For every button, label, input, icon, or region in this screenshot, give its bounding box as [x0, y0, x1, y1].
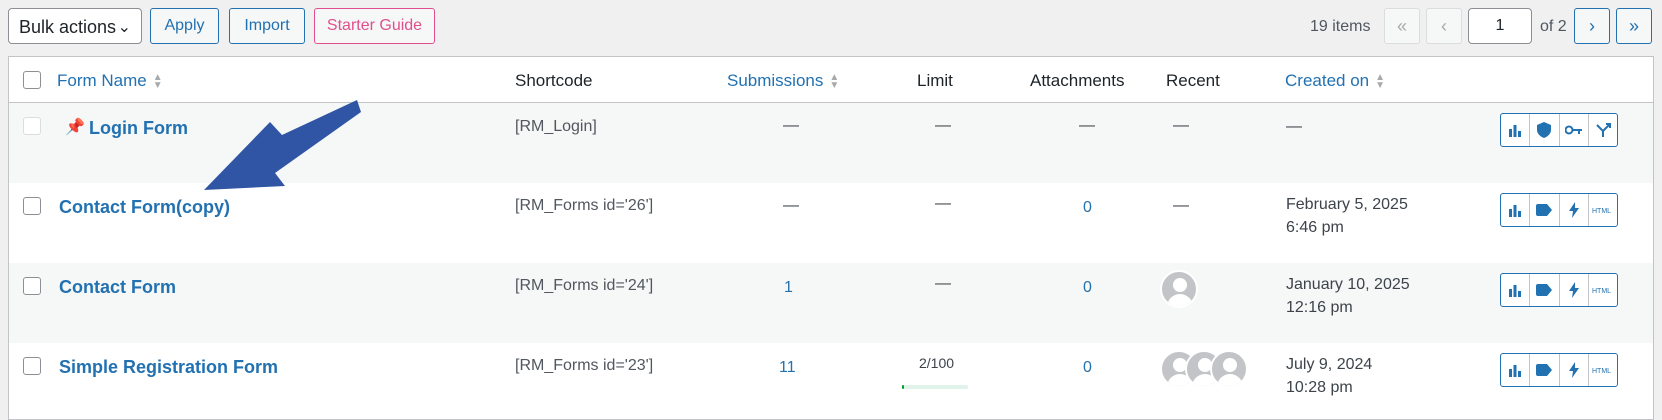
form-name-link[interactable]: Contact Form — [59, 277, 176, 298]
current-page-input[interactable]: 1 — [1468, 8, 1532, 44]
html-icon[interactable]: HTML — [1589, 194, 1617, 226]
limit-value: — — [935, 275, 951, 292]
shortcode: [RM_Forms id='24'] — [515, 277, 654, 294]
forms-table: Form Name ▲ ▼ Shortcode Submissions ▲ ▼ Limi… — [8, 56, 1654, 420]
attachments-value[interactable]: 0 — [1083, 279, 1092, 297]
created-date: February 5, 2025 — [1286, 196, 1408, 213]
shortcode: [RM_Login] — [515, 118, 597, 135]
html-icon[interactable]: HTML — [1589, 354, 1617, 386]
column-form-name-label: Form Name — [57, 71, 147, 90]
attachments-value: — — [1079, 117, 1095, 134]
svg-text:HTML: HTML — [1592, 208, 1611, 215]
stats-icon[interactable] — [1501, 274, 1531, 306]
limit-value: — — [935, 195, 951, 212]
created-time: 12:16 pm — [1286, 299, 1353, 316]
row-actions — [1500, 113, 1618, 147]
row-checkbox[interactable] — [23, 277, 41, 295]
apply-button[interactable]: Apply — [150, 8, 219, 44]
row-actions: HTML — [1500, 353, 1618, 387]
created-date: July 9, 2024 — [1286, 356, 1373, 373]
pin-icon: 📌 — [65, 119, 85, 136]
created-date: January 10, 2025 — [1286, 276, 1410, 293]
avatar[interactable] — [1210, 350, 1248, 388]
submissions-value[interactable]: 1 — [784, 279, 793, 297]
stats-icon[interactable] — [1501, 354, 1531, 386]
table-row: 📌 Login Form [RM_Login] — — — — — — [9, 103, 1653, 183]
tablenav-top: Bulk actions ⌄ Apply Import Starter Guid… — [0, 0, 1662, 56]
form-name-link[interactable]: Login Form — [89, 118, 188, 139]
bulk-actions-label: Bulk actions — [19, 17, 117, 37]
limit-progress-bar — [902, 385, 968, 389]
limit-value: 2/100 — [919, 355, 955, 371]
svg-text:HTML: HTML — [1592, 368, 1611, 375]
attachments-value[interactable]: 0 — [1083, 359, 1092, 377]
recent-value: — — [1173, 197, 1189, 214]
shield-icon[interactable] — [1530, 114, 1560, 146]
html-icon[interactable]: HTML — [1589, 274, 1617, 306]
bolt-icon[interactable] — [1560, 194, 1589, 226]
chevron-down-icon: ⌄ — [117, 19, 131, 36]
svg-text:HTML: HTML — [1592, 288, 1611, 295]
sort-icon: ▲ ▼ — [1375, 71, 1386, 91]
row-actions: HTML — [1500, 193, 1618, 227]
column-limit: Limit — [917, 71, 953, 90]
created-time: 10:28 pm — [1286, 379, 1353, 396]
total-pages: of 2 — [1540, 18, 1567, 35]
table-header: Form Name ▲ ▼ Shortcode Submissions ▲ ▼ Limi… — [9, 57, 1653, 103]
last-page-button[interactable]: » — [1616, 8, 1652, 44]
key-icon[interactable] — [1560, 114, 1589, 146]
limit-progress-fill — [902, 385, 904, 389]
table-row: Contact Form [RM_Forms id='24'] 1 — 0 Ja… — [9, 263, 1653, 343]
created-date: — — [1286, 118, 1302, 135]
tag-icon[interactable] — [1530, 354, 1560, 386]
form-name-link[interactable]: Simple Registration Form — [59, 357, 278, 378]
bolt-icon[interactable] — [1560, 354, 1589, 386]
tag-icon[interactable] — [1530, 194, 1560, 226]
first-page-button[interactable]: « — [1384, 8, 1420, 44]
row-checkbox[interactable] — [23, 117, 41, 135]
sort-icon: ▲ ▼ — [829, 71, 840, 91]
attachments-value[interactable]: 0 — [1083, 199, 1092, 217]
table-row: Contact Form(copy) [RM_Forms id='26'] — … — [9, 183, 1653, 263]
column-submissions[interactable]: Submissions ▲ ▼ — [727, 71, 839, 91]
column-attachments: Attachments — [1030, 71, 1125, 90]
avatar[interactable] — [1160, 270, 1198, 308]
column-shortcode: Shortcode — [515, 71, 593, 90]
column-form-name[interactable]: Form Name ▲ ▼ — [57, 71, 163, 91]
shortcode: [RM_Forms id='26'] — [515, 197, 654, 214]
stats-icon[interactable] — [1501, 114, 1531, 146]
import-button[interactable]: Import — [229, 8, 305, 44]
submissions-value[interactable]: 11 — [779, 359, 796, 377]
prev-page-button[interactable]: ‹ — [1426, 8, 1462, 44]
shortcode: [RM_Forms id='23'] — [515, 357, 654, 374]
column-created-on[interactable]: Created on ▲ ▼ — [1285, 71, 1385, 91]
created-time: 6:46 pm — [1286, 219, 1344, 236]
column-created-on-label: Created on — [1285, 71, 1370, 90]
row-actions: HTML — [1500, 273, 1618, 307]
column-submissions-label: Submissions — [727, 71, 824, 90]
table-row: Simple Registration Form [RM_Forms id='2… — [9, 343, 1653, 419]
items-count: 19 items — [1310, 18, 1371, 35]
select-all-checkbox[interactable] — [23, 71, 41, 89]
row-checkbox[interactable] — [23, 197, 41, 215]
recent-value: — — [1173, 117, 1189, 134]
tag-icon[interactable] — [1530, 274, 1560, 306]
next-page-button[interactable]: › — [1574, 8, 1610, 44]
redirect-icon[interactable] — [1589, 114, 1617, 146]
bulk-actions-select[interactable]: Bulk actions ⌄ — [8, 8, 142, 44]
column-recent: Recent — [1166, 71, 1220, 90]
submissions-value: — — [783, 117, 799, 134]
sort-icon: ▲ ▼ — [152, 71, 163, 91]
submissions-value: — — [783, 197, 799, 214]
starter-guide-button[interactable]: Starter Guide — [314, 8, 435, 44]
form-name-link[interactable]: Contact Form(copy) — [59, 197, 230, 218]
limit-value: — — [935, 117, 951, 134]
row-checkbox[interactable] — [23, 357, 41, 375]
stats-icon[interactable] — [1501, 194, 1531, 226]
bolt-icon[interactable] — [1560, 274, 1589, 306]
